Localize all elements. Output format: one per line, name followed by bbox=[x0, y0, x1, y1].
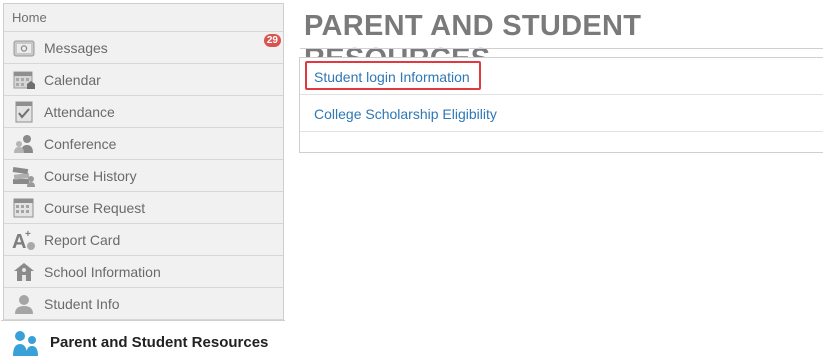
sidebar-item-home[interactable]: Home bbox=[4, 4, 283, 32]
message-count-badge: 29 bbox=[263, 34, 281, 47]
list-item: College Scholarship Eligibility bbox=[300, 95, 823, 132]
title-divider bbox=[300, 48, 823, 49]
report-card-grade-icon: A + bbox=[12, 228, 36, 252]
svg-text:+: + bbox=[25, 229, 31, 240]
sidebar-item-label: Calendar bbox=[44, 71, 101, 88]
sidebar-item-label: School Information bbox=[44, 263, 161, 280]
parent-student-people-icon bbox=[12, 329, 40, 357]
sidebar-item-report-card[interactable]: A + Report Card bbox=[4, 224, 283, 256]
conference-people-icon bbox=[12, 132, 36, 156]
sidebar-item-course-history[interactable]: Course History bbox=[4, 160, 283, 192]
sidebar-item-label: Course History bbox=[44, 167, 137, 184]
student-person-icon bbox=[12, 292, 36, 316]
books-icon bbox=[12, 164, 36, 188]
sidebar-item-label: Course Request bbox=[44, 199, 146, 216]
attendance-checkbox-icon bbox=[12, 100, 36, 124]
sidebar-item-label: Student Info bbox=[44, 295, 120, 312]
sidebar-item-label: Report Card bbox=[44, 231, 121, 248]
sidebar-nav: Home Messages 29 Calendar Attendance Con… bbox=[1, 3, 285, 364]
sidebar-item-school-information[interactable]: School Information bbox=[4, 256, 283, 288]
sidebar-item-conference[interactable]: Conference bbox=[4, 128, 283, 160]
calendar-icon bbox=[12, 68, 36, 92]
sidebar-item-messages[interactable]: Messages 29 bbox=[4, 32, 283, 64]
sidebar-item-course-request[interactable]: Course Request bbox=[4, 192, 283, 224]
sidebar-item-label: Messages bbox=[44, 39, 108, 56]
sidebar-item-attendance[interactable]: Attendance bbox=[4, 96, 283, 128]
course-request-calendar-icon bbox=[12, 196, 36, 220]
sidebar-item-calendar[interactable]: Calendar bbox=[4, 64, 283, 96]
sidebar-item-parent-student-resources[interactable]: Parent and Student Resources bbox=[1, 320, 285, 364]
sidebar-item-label: Conference bbox=[44, 135, 117, 152]
sidebar-item-student-info[interactable]: Student Info bbox=[4, 288, 283, 320]
sidebar-item-label: Parent and Student Resources bbox=[50, 334, 269, 351]
college-scholarship-eligibility-link[interactable]: College Scholarship Eligibility bbox=[314, 106, 497, 122]
school-house-icon bbox=[12, 260, 36, 284]
highlight-annotation-box bbox=[305, 61, 481, 90]
sidebar-item-label: Attendance bbox=[44, 103, 115, 120]
envelope-icon bbox=[12, 36, 36, 60]
